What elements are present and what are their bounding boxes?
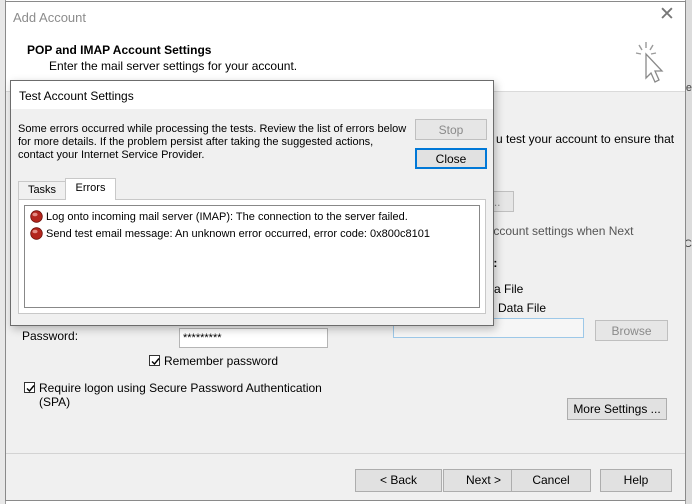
error-message: Log onto incoming mail server (IMAP): Th…: [46, 211, 408, 223]
auto-test-text: t account settings when Next: [480, 224, 634, 238]
errors-list[interactable]: Log onto incoming mail server (IMAP): Th…: [24, 205, 480, 308]
test-dialog-message: Some errors occurred while processing th…: [18, 123, 407, 161]
test-account-settings-dialog: Test Account Settings Some errors occurr…: [10, 80, 494, 326]
cancel-button[interactable]: Cancel: [511, 469, 591, 492]
tab-errors[interactable]: Errors: [65, 178, 116, 200]
spa-label-line1: Require logon using Secure Password Auth…: [39, 381, 322, 395]
back-button[interactable]: < Back: [355, 469, 442, 492]
dialog-title: Add Account: [13, 10, 86, 25]
background-right-edge: [685, 0, 692, 504]
error-icon: [30, 227, 43, 240]
checkmark-icon: [26, 385, 35, 393]
password-input[interactable]: *********: [179, 328, 328, 348]
header-subtitle: Enter the mail server settings for your …: [49, 59, 298, 73]
description-text: u test your account to ensure that: [496, 132, 675, 146]
existing-data-file-option[interactable]: Data File: [498, 301, 546, 315]
test-dialog-titlebar: Test Account Settings: [11, 81, 493, 109]
remember-password-label: Remember password: [164, 354, 279, 368]
header-title: POP and IMAP Account Settings: [27, 43, 212, 57]
stop-button[interactable]: Stop: [415, 119, 487, 140]
tab-tasks[interactable]: Tasks: [18, 181, 66, 199]
spa-label-line2: (SPA): [39, 395, 71, 409]
more-settings-button[interactable]: More Settings ...: [567, 398, 667, 420]
add-account-titlebar: Add Account ✕: [6, 2, 685, 32]
error-message: Send test email message: An unknown erro…: [46, 228, 430, 240]
close-icon[interactable]: ✕: [658, 5, 676, 24]
cursor-click-icon: [635, 42, 664, 83]
password-label: Password:: [22, 329, 79, 343]
remember-password-checkbox[interactable]: [149, 355, 160, 366]
spa-checkbox[interactable]: [24, 382, 35, 393]
error-icon: [30, 210, 43, 223]
help-button[interactable]: Help: [600, 469, 672, 492]
close-button[interactable]: Close: [415, 148, 487, 169]
checkmark-icon: [151, 358, 160, 366]
errors-tab-panel: Log onto incoming mail server (IMAP): Th…: [18, 199, 486, 314]
test-dialog-title: Test Account Settings: [19, 89, 134, 103]
browse-button[interactable]: Browse: [595, 320, 668, 341]
